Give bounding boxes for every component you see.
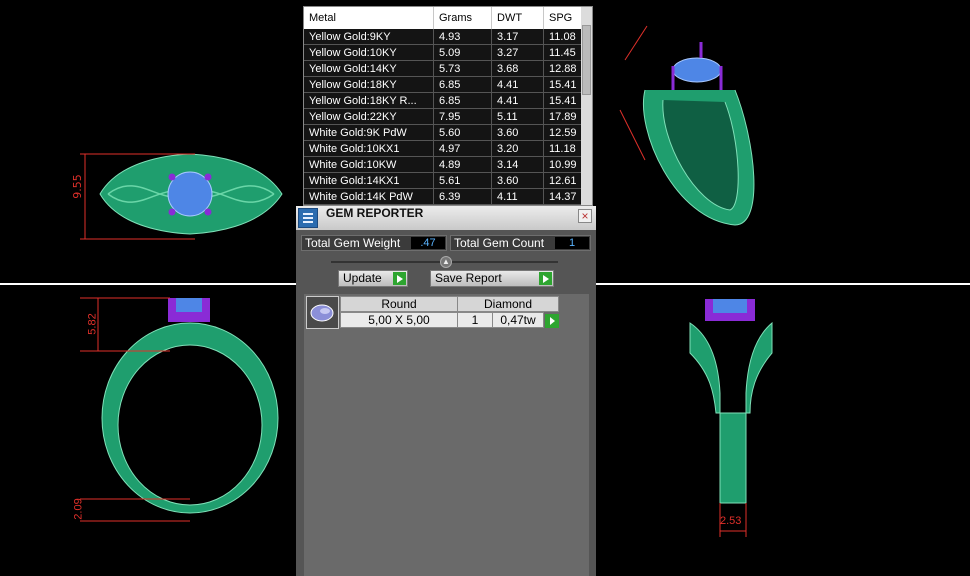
table-row[interactable]: Yellow Gold:14KY 5.73 3.68 12.88 <box>304 60 590 77</box>
column-header-metal[interactable]: Metal <box>304 7 434 29</box>
column-header-grams[interactable]: Grams <box>433 7 492 29</box>
table-cell: 5.09 <box>433 44 492 61</box>
table-cell: 3.14 <box>491 156 544 173</box>
table-cell: 4.93 <box>433 29 492 45</box>
table-row[interactable]: Yellow Gold:22KY 7.95 5.11 17.89 <box>304 108 590 125</box>
table-cell: Yellow Gold:22KY <box>304 108 434 125</box>
ring-top-view <box>80 153 283 240</box>
table-cell: White Gold:10KW <box>304 156 434 173</box>
table-cell: Yellow Gold:18KY <box>304 76 434 93</box>
gem-list: Round Diamond 5,00 X 5,00 1 0,47tw <box>304 294 589 576</box>
table-row[interactable]: Yellow Gold:10KY 5.09 3.27 11.45 <box>304 44 590 61</box>
table-cell: 4.41 <box>491 76 544 93</box>
table-cell: 3.68 <box>491 60 544 77</box>
table-cell: 7.95 <box>433 108 492 125</box>
table-scrollbar[interactable] <box>581 7 592 205</box>
column-header-dwt[interactable]: DWT <box>491 7 544 29</box>
dimension-label-band-front: 2.09 <box>72 498 85 520</box>
table-cell: White Gold:9K PdW <box>304 124 434 141</box>
table-header-row: Metal Grams DWT SPG <box>304 7 590 29</box>
table-row[interactable]: White Gold:10KX1 4.97 3.20 11.18 <box>304 140 590 157</box>
list-item[interactable]: Round Diamond 5,00 X 5,00 1 0,47tw <box>304 294 566 332</box>
ring-side-view <box>689 299 773 537</box>
close-icon[interactable]: × <box>578 209 592 223</box>
gem-reporter-panel: GEM REPORTER × Total Gem Weight .47 Tota… <box>296 206 596 576</box>
panel-title: GEM REPORTER <box>326 206 424 220</box>
round-gem-icon <box>306 296 339 329</box>
save-report-button[interactable]: Save Report <box>430 270 554 287</box>
table-row[interactable]: Yellow Gold:18KY 6.85 4.41 15.41 <box>304 76 590 93</box>
table-cell: 5.73 <box>433 60 492 77</box>
table-cell: 6.85 <box>433 92 492 109</box>
dimension-label-band-side: 2.53 <box>720 515 742 527</box>
viewport-side-view[interactable]: 2.53 <box>680 293 790 543</box>
gem-weight: 0,47tw <box>492 312 544 328</box>
table-cell: Yellow Gold:10KY <box>304 44 434 61</box>
viewport-divider-left <box>0 283 296 285</box>
table-cell: Yellow Gold:18KY R... <box>304 92 434 109</box>
table-cell: 3.60 <box>491 172 544 189</box>
table-row[interactable]: White Gold:14KX1 5.61 3.60 12.61 <box>304 172 590 189</box>
viewport-front-view[interactable]: 5.82 2.09 <box>70 293 290 543</box>
total-gem-count-value: 1 <box>555 237 589 249</box>
table-cell: 3.27 <box>491 44 544 61</box>
play-arrow-icon <box>539 272 552 285</box>
gem-count: 1 <box>457 312 493 328</box>
panel-header[interactable]: GEM REPORTER × <box>296 206 596 230</box>
table-cell: 6.39 <box>433 188 492 205</box>
update-button-label: Update <box>343 271 382 285</box>
save-report-button-label: Save Report <box>435 271 502 285</box>
table-cell: 4.41 <box>491 92 544 109</box>
viewport-perspective-view[interactable] <box>615 20 765 230</box>
metal-weight-table[interactable]: Metal Grams DWT SPG Yellow Gold:9KY 4.93 3… <box>303 6 593 206</box>
total-gem-weight-value: .47 <box>411 237 445 249</box>
total-gem-weight-label: Total Gem Weight <box>305 236 401 250</box>
table-cell: White Gold:14KX1 <box>304 172 434 189</box>
report-list-icon <box>298 208 318 228</box>
table-row[interactable]: White Gold:9K PdW 5.60 3.60 12.59 <box>304 124 590 141</box>
table-row[interactable]: White Gold:10KW 4.89 3.14 10.99 <box>304 156 590 173</box>
play-arrow-icon[interactable] <box>545 314 559 328</box>
gem-type: Diamond <box>457 296 559 312</box>
viewport-top-view[interactable]: 9.55 <box>60 140 290 250</box>
viewport-divider-right <box>596 283 970 285</box>
collapse-toggle-icon[interactable]: ▲ <box>440 256 452 268</box>
table-cell: Yellow Gold:14KY <box>304 60 434 77</box>
table-cell: 6.85 <box>433 76 492 93</box>
table-row[interactable]: Yellow Gold:18KY R... 6.85 4.41 15.41 <box>304 92 590 109</box>
total-gem-count-label: Total Gem Count <box>454 236 545 250</box>
ring-front-view <box>80 297 279 522</box>
table-cell: 4.89 <box>433 156 492 173</box>
table-cell: Yellow Gold:9KY <box>304 29 434 45</box>
gem-size: 5,00 X 5,00 <box>340 312 458 328</box>
table-cell: 5.61 <box>433 172 492 189</box>
dimension-label-width: 9.55 <box>70 174 84 199</box>
table-cell: 3.60 <box>491 124 544 141</box>
table-cell: 4.97 <box>433 140 492 157</box>
table-row[interactable]: Yellow Gold:9KY 4.93 3.17 11.08 <box>304 29 590 45</box>
play-arrow-icon <box>393 272 406 285</box>
update-button[interactable]: Update <box>338 270 408 287</box>
dimension-label-height: 5.82 <box>86 313 99 335</box>
gem-shape: Round <box>340 296 458 312</box>
table-cell: 4.11 <box>491 188 544 205</box>
table-cell: 5.60 <box>433 124 492 141</box>
ring-perspective-view <box>619 25 755 226</box>
table-cell: White Gold:14K PdW <box>304 188 434 205</box>
table-scroll-thumb[interactable] <box>582 25 591 95</box>
table-row[interactable]: White Gold:14K PdW 6.39 4.11 14.37 <box>304 188 590 205</box>
table-cell: 3.20 <box>491 140 544 157</box>
table-cell: 3.17 <box>491 29 544 45</box>
table-cell: 5.11 <box>491 108 544 125</box>
total-gem-weight-field: Total Gem Weight .47 <box>301 235 447 251</box>
table-cell: White Gold:10KX1 <box>304 140 434 157</box>
total-gem-count-field: Total Gem Count 1 <box>450 235 591 251</box>
